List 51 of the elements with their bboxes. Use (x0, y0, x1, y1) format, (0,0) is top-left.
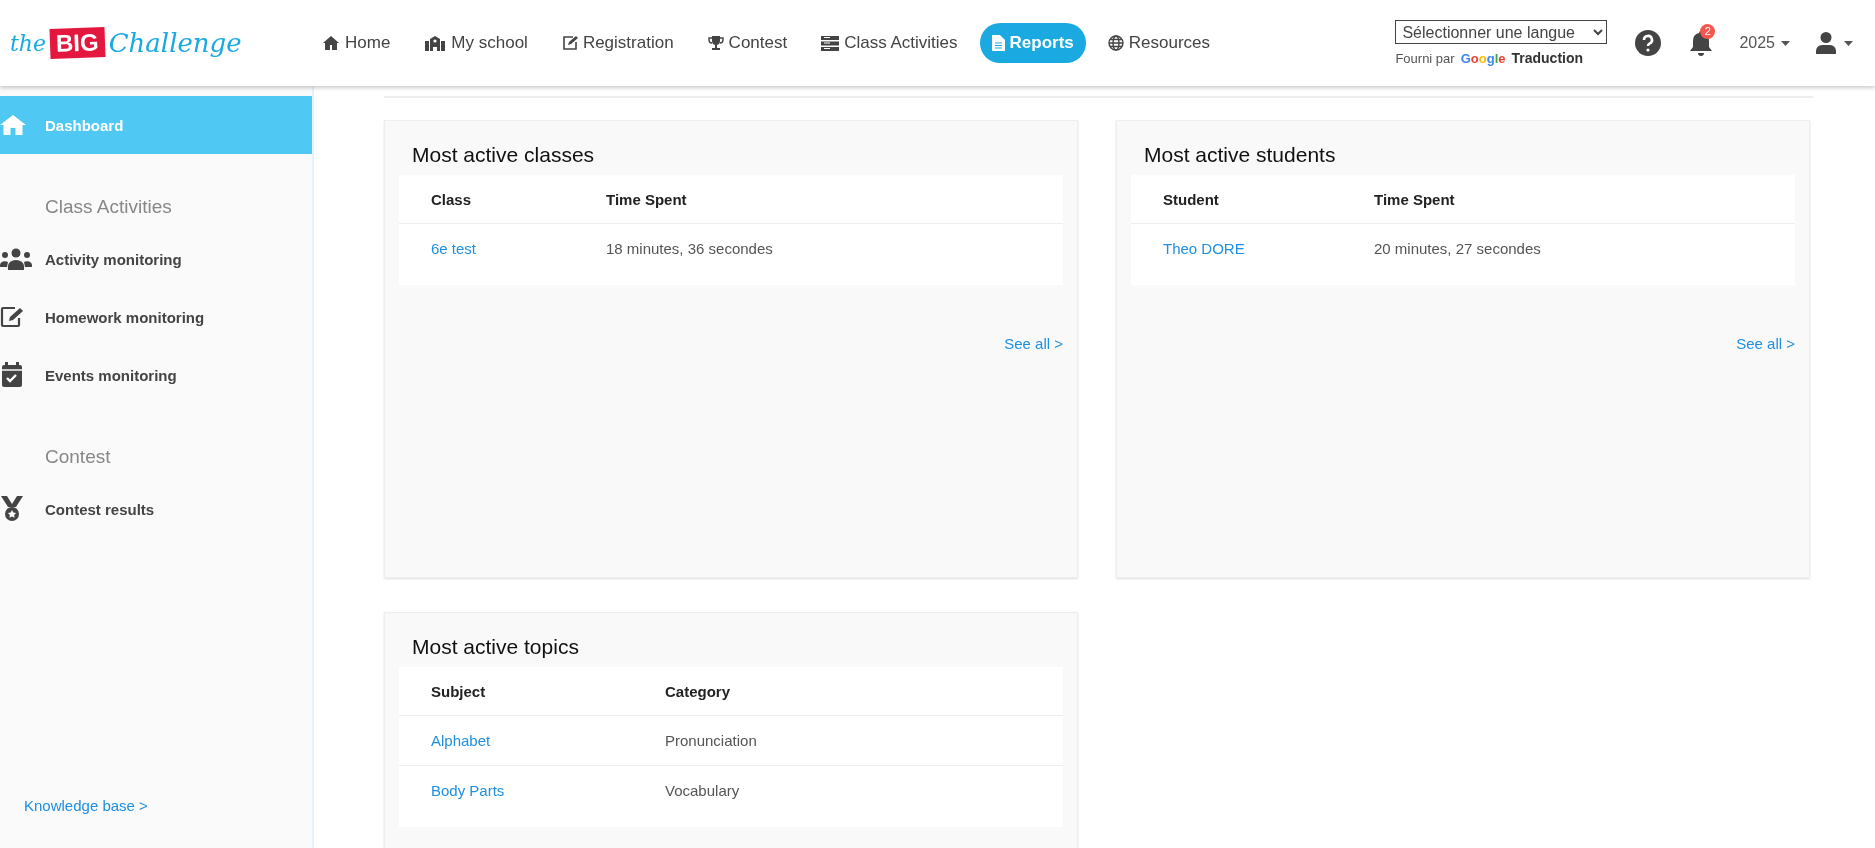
table-cell: Pronunciation (665, 715, 1063, 766)
sidebar-item[interactable]: Activity monitoring (0, 230, 312, 288)
nav-link[interactable]: Home (310, 23, 403, 63)
table-link[interactable]: Alphabet (431, 732, 491, 749)
table-cell: 20 minutes, 27 secondes (1374, 223, 1795, 279)
google-text: Google (1460, 50, 1506, 66)
language-select[interactable]: Sélectionner une langue (1395, 20, 1608, 44)
nav-link[interactable]: Resources (1095, 23, 1223, 63)
user-icon[interactable] (1816, 32, 1836, 54)
nav-link[interactable]: Contest (695, 23, 800, 63)
globe-icon (1107, 35, 1124, 51)
edit-icon (0, 306, 26, 328)
users-icon (0, 248, 32, 270)
translate-text: Traduction (1511, 50, 1584, 66)
powered-by-text: Fourni par (1395, 50, 1455, 66)
school-icon (424, 35, 447, 51)
year-dropdown[interactable]: 2025 (1739, 34, 1790, 52)
notification-badge: 2 (1700, 23, 1716, 39)
sidebar-item[interactable]: Contest results (0, 480, 312, 538)
caret-icon (1844, 40, 1853, 46)
home-icon (322, 35, 340, 51)
edit-icon (561, 35, 578, 51)
list-icon (821, 35, 840, 51)
table-link[interactable]: Body Parts (431, 782, 505, 799)
logo-text: BIG (49, 27, 106, 59)
sidebar-heading: Contest (44, 446, 112, 468)
card-title: Most active classes (412, 142, 595, 168)
column-header: Student (1131, 175, 1374, 224)
logo-text: Challenge (108, 28, 242, 58)
caret-icon (1781, 40, 1790, 46)
table-cell: Vocabulary (665, 765, 1063, 821)
nav-link[interactable]: My school (412, 23, 540, 63)
column-header: Category (665, 667, 1063, 716)
nav-link[interactable]: Class Activities (809, 23, 970, 63)
column-header: Time Spent (1374, 175, 1795, 224)
sidebar-item[interactable]: Homework monitoring (0, 288, 312, 346)
card-title: Most active topics (412, 634, 579, 660)
column-header: Subject (399, 667, 665, 716)
trophy-icon (707, 35, 724, 51)
card-title: Most active students (1144, 142, 1336, 168)
table-cell: 18 minutes, 36 secondes (606, 223, 1063, 279)
help-icon[interactable] (1635, 30, 1662, 56)
sidebar-heading: Class Activities (44, 196, 173, 218)
table-link[interactable]: 6e test (431, 240, 477, 257)
sidebar-item[interactable]: Events monitoring (0, 346, 312, 404)
home-icon (0, 114, 26, 136)
column-header: Class (399, 175, 606, 224)
column-header: Time Spent (606, 175, 1063, 224)
logo-text: the (10, 30, 47, 56)
nav-link[interactable]: Registration (549, 23, 686, 63)
document-icon (991, 35, 1005, 51)
